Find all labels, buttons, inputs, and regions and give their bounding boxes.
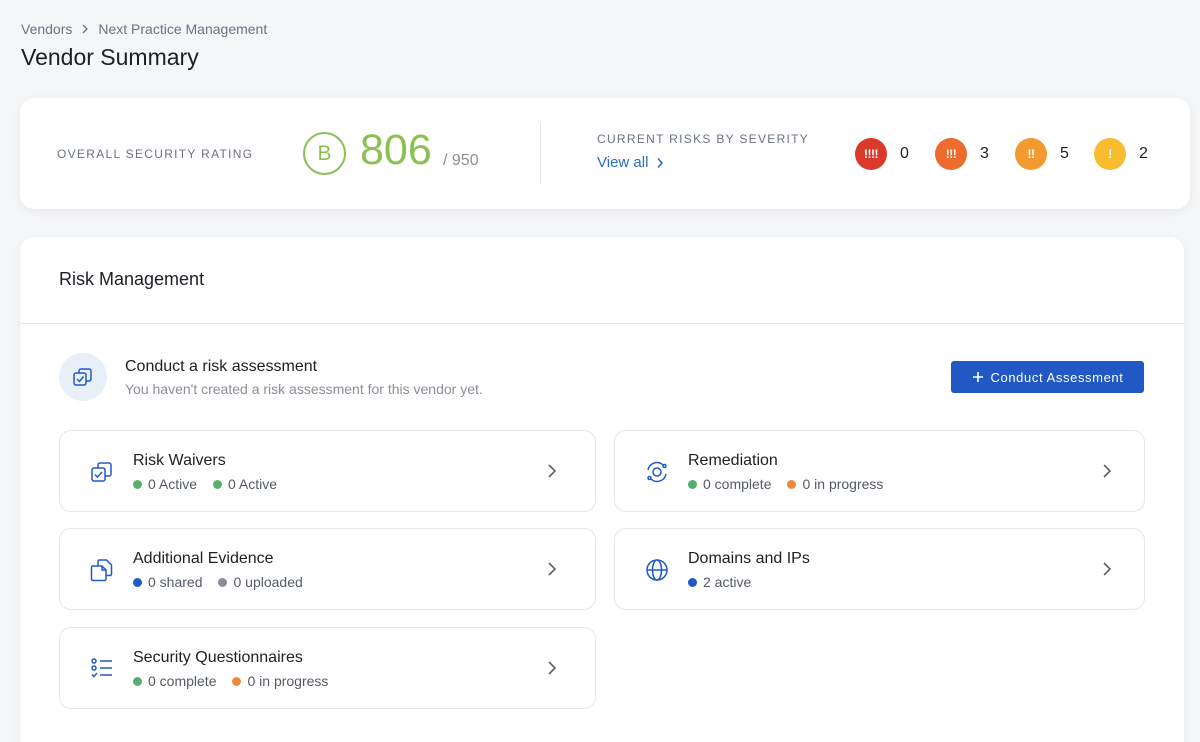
risk-waivers-tile[interactable]: Risk Waivers 0 Active 0 Active	[59, 430, 596, 512]
tile-stat: 0 complete	[133, 673, 216, 689]
severity-medium-icon: !!	[1015, 138, 1047, 170]
chevron-right-icon	[548, 464, 557, 478]
security-rating-label: OVERALL SECURITY RATING	[57, 147, 254, 161]
rating-score-max: / 950	[443, 152, 479, 169]
tile-stats: 0 complete 0 in progress	[133, 673, 328, 689]
tile-stat: 0 in progress	[232, 673, 328, 689]
chevron-right-icon	[1103, 464, 1112, 478]
risks-by-severity-label: CURRENT RISKS BY SEVERITY	[597, 132, 810, 146]
plus-icon	[972, 372, 983, 382]
tile-stat: 0 complete	[688, 476, 771, 492]
severity-critical-count: 0	[900, 145, 909, 162]
waiver-icon	[91, 462, 112, 482]
assessment-icon	[59, 353, 107, 401]
risk-management-title: Risk Management	[59, 269, 205, 289]
conduct-assessment-button[interactable]: Conduct Assessment	[951, 361, 1144, 393]
tile-stat: 0 shared	[133, 574, 202, 590]
severity-low-icon: !	[1094, 138, 1126, 170]
remediation-tile[interactable]: Remediation 0 complete 0 in progress	[614, 430, 1145, 512]
chevron-right-icon	[548, 562, 557, 576]
tile-title: Domains and IPs	[688, 550, 810, 567]
assessment-subtitle: You haven't created a risk assessment fo…	[125, 381, 483, 397]
tile-stat: 0 Active	[213, 476, 277, 492]
tile-title: Additional Evidence	[133, 550, 274, 567]
tile-stat: 0 in progress	[787, 476, 883, 492]
tile-title: Risk Waivers	[133, 452, 226, 469]
questionnaire-icon	[91, 658, 112, 678]
tile-stat: 0 uploaded	[218, 574, 303, 590]
assessment-title: Conduct a risk assessment	[125, 358, 318, 375]
additional-evidence-tile[interactable]: Additional Evidence 0 shared 0 uploaded	[59, 528, 596, 610]
breadcrumb: Vendors Next Practice Management	[21, 21, 267, 37]
tile-title: Security Questionnaires	[133, 649, 303, 666]
breadcrumb-vendors-link[interactable]: Vendors	[21, 21, 72, 37]
chevron-right-icon	[1103, 562, 1112, 576]
security-rating-card: OVERALL SECURITY RATING B 806 / 950 CURR…	[20, 98, 1190, 209]
remediation-icon	[647, 461, 667, 483]
severity-medium-count: 5	[1060, 145, 1069, 162]
evidence-icon	[90, 559, 113, 582]
severity-critical[interactable]: !!!! 0	[855, 138, 909, 170]
rating-divider	[540, 123, 541, 184]
section-divider	[20, 323, 1184, 324]
risk-management-card: Risk Management Conduct a risk assessmen…	[20, 237, 1184, 742]
tile-stats: 2 active	[688, 574, 751, 590]
conduct-assessment-label: Conduct Assessment	[990, 369, 1124, 385]
tile-stats: 0 shared 0 uploaded	[133, 574, 303, 590]
severity-low-count: 2	[1139, 145, 1148, 162]
globe-icon	[646, 559, 668, 581]
tile-title: Remediation	[688, 452, 778, 469]
page-title: Vendor Summary	[21, 44, 199, 70]
severity-low[interactable]: ! 2	[1094, 138, 1148, 170]
view-all-label: View all	[597, 154, 649, 171]
chevron-right-icon	[548, 661, 557, 675]
view-all-risks-link[interactable]: View all	[597, 154, 664, 171]
severity-high-icon: !!!	[935, 138, 967, 170]
breadcrumb-current: Next Practice Management	[98, 21, 268, 37]
tile-stats: 0 complete 0 in progress	[688, 476, 883, 492]
chevron-right-icon	[657, 157, 664, 168]
rating-grade-badge: B	[303, 132, 346, 175]
severity-medium[interactable]: !! 5	[1015, 138, 1069, 170]
chevron-right-icon	[82, 24, 89, 34]
domains-and-ips-tile[interactable]: Domains and IPs 2 active	[614, 528, 1145, 610]
security-questionnaires-tile[interactable]: Security Questionnaires 0 complete 0 in …	[59, 627, 596, 709]
rating-score: 806	[360, 126, 432, 174]
tile-stat: 0 Active	[133, 476, 197, 492]
severity-high[interactable]: !!! 3	[935, 138, 989, 170]
tile-stat: 2 active	[688, 574, 751, 590]
severity-critical-icon: !!!!	[855, 138, 887, 170]
severity-high-count: 3	[980, 145, 989, 162]
tile-stats: 0 Active 0 Active	[133, 476, 277, 492]
